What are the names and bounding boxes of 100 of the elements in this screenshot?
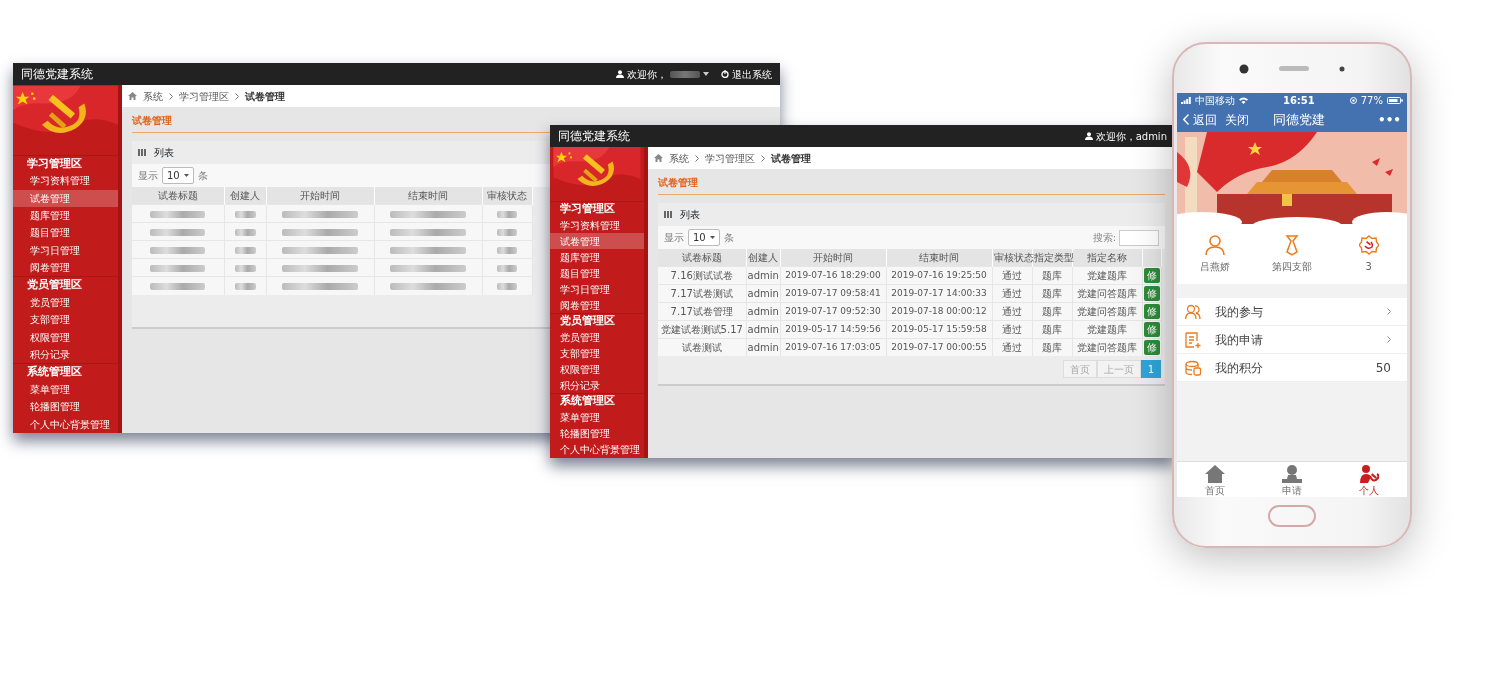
sidebar-item[interactable]: 题目管理 (550, 265, 644, 281)
person-icon (1205, 234, 1226, 256)
blurred-text (497, 210, 517, 218)
column-header[interactable]: 开始时间 (780, 249, 886, 267)
search-label: 搜索: (1092, 231, 1116, 245)
table-cell: 7.17试卷测试 (658, 284, 746, 303)
table-cell: 题库 (1032, 302, 1072, 321)
sidebar-heading: 系统管理区 (550, 393, 644, 409)
column-header[interactable]: 试卷标题 (132, 187, 224, 205)
sidebar-item[interactable]: 试卷管理 (550, 233, 644, 249)
user-icon (616, 70, 624, 78)
column-header[interactable]: 结束时间 (886, 249, 992, 267)
sidebar-item[interactable]: 学习资料管理 (550, 217, 644, 233)
sidebar-item[interactable]: 学习资料管理 (13, 172, 118, 190)
sidebar-item[interactable]: 阅卷管理 (550, 297, 644, 313)
sidebar-item[interactable]: 学习日管理 (13, 241, 118, 260)
status-time: 16:51 (1282, 93, 1315, 108)
app-title: 同德党建系统 (21, 66, 93, 83)
page-size-select[interactable]: 10 (162, 167, 194, 184)
edit-button[interactable]: 修 (1143, 322, 1160, 337)
column-header[interactable]: 试卷标题 (658, 249, 746, 267)
user-menu[interactable]: 欢迎你，admin (1084, 128, 1167, 144)
more-button[interactable]: ••• (1378, 110, 1401, 129)
battery-level: 77% (1360, 93, 1383, 108)
table-cell: 7.17试卷管理 (658, 302, 746, 321)
logout-link[interactable]: 退出系统 (732, 66, 772, 82)
page-size-select[interactable]: 10 (688, 229, 720, 246)
coins-icon (1185, 359, 1201, 376)
edit-button[interactable]: 修 (1143, 268, 1160, 283)
home-icon[interactable] (1205, 464, 1226, 483)
column-header[interactable]: 开始时间 (266, 187, 374, 205)
sidebar-heading: 党员管理区 (13, 276, 118, 294)
column-header[interactable]: 审核状态 (992, 249, 1032, 267)
table-cell: 党建问答题库 (1072, 302, 1142, 321)
tab-button[interactable]: 首页 (1185, 462, 1246, 497)
speaker-icon (1279, 66, 1309, 71)
back-button[interactable]: 返回 (1183, 110, 1217, 129)
sidebar-item[interactable]: 题库管理 (550, 249, 644, 265)
chevron-icon (169, 92, 173, 100)
table-cell: 2019-07-17 14:00:33 (886, 284, 992, 303)
menu-item[interactable]: 我的申请 (1177, 326, 1407, 354)
menu-item[interactable]: 我的参与 (1177, 298, 1407, 326)
sidebar-item[interactable]: 积分记录 (550, 377, 644, 393)
breadcrumb-item[interactable]: 系统 (143, 88, 163, 104)
profile-text: 3 (1365, 259, 1372, 274)
sidebar-item[interactable]: 阅卷管理 (13, 259, 118, 277)
blurred-text (234, 264, 256, 272)
breadcrumb-item[interactable]: 系统 (669, 150, 689, 166)
search-field[interactable] (1119, 229, 1159, 246)
column-header[interactable]: 创建人 (746, 249, 780, 267)
column-header[interactable]: 审核状态 (482, 187, 532, 205)
sidebar-item[interactable]: 党员管理 (13, 293, 118, 312)
sidebar-item[interactable]: 支部管理 (550, 345, 644, 361)
table-cell: 党建题库 (1072, 320, 1142, 339)
chevron-icon (761, 154, 765, 162)
column-header[interactable]: 指定名称 (1072, 249, 1142, 267)
table-cell: admin (746, 320, 780, 339)
sidebar-item[interactable]: 学习日管理 (550, 281, 644, 297)
table-cell: admin (746, 338, 780, 356)
column-header[interactable]: 指定类型 (1032, 249, 1072, 267)
sidebar-item[interactable]: 题库管理 (13, 206, 118, 225)
sidebar-item[interactable]: 积分记录 (13, 346, 118, 364)
emblem-badge-icon (1358, 234, 1379, 256)
breadcrumb-item[interactable]: 学习管理区 (179, 88, 229, 104)
length-label: 显示 (138, 169, 158, 183)
edit-button[interactable]: 修 (1143, 286, 1160, 301)
tab-button[interactable]: 申请 (1262, 462, 1322, 497)
table-cell: 题库 (1032, 284, 1072, 303)
table-cell: 2019-07-16 18:29:00 (780, 266, 886, 285)
sidebar-item[interactable]: 轮播图管理 (550, 425, 644, 441)
close-button[interactable]: 关闭 (1225, 110, 1249, 129)
sensor-icon (1339, 65, 1345, 72)
edit-button[interactable]: 修 (1143, 340, 1160, 355)
sidebar-item[interactable]: 菜单管理 (13, 380, 118, 399)
sidebar-item[interactable]: 菜单管理 (550, 409, 644, 425)
breadcrumb-item: 试卷管理 (245, 89, 285, 104)
sidebar-item[interactable]: 权限管理 (13, 328, 118, 347)
breadcrumb-item[interactable]: 学习管理区 (705, 150, 755, 166)
edit-button[interactable]: 修 (1143, 304, 1160, 319)
table-cell: 党建问答题库 (1072, 284, 1142, 303)
tab-button[interactable]: 个人 (1338, 462, 1399, 497)
person-icon[interactable] (1282, 464, 1302, 483)
sidebar-item[interactable]: 试卷管理 (13, 189, 118, 207)
menu-item[interactable]: 我的积分 50 (1177, 354, 1407, 382)
column-header[interactable]: 结束时间 (374, 187, 482, 205)
caret-icon[interactable] (703, 72, 709, 76)
sidebar-item[interactable]: 权限管理 (550, 361, 644, 377)
emblem-icon[interactable] (1358, 464, 1379, 483)
sidebar-item[interactable]: 支部管理 (13, 311, 118, 329)
blurred-text (150, 264, 206, 272)
sidebar-item[interactable]: 题目管理 (13, 224, 118, 242)
sidebar-item[interactable]: 个人中心背景管理 (550, 441, 644, 457)
column-header[interactable]: 创建人 (224, 187, 266, 205)
table-cell: 2019-07-17 09:52:30 (780, 302, 886, 321)
signal-icon (1181, 96, 1191, 104)
sidebar-item[interactable]: 轮播图管理 (13, 398, 118, 416)
sidebar-item[interactable]: 党员管理 (550, 329, 644, 345)
sidebar-item[interactable]: 个人中心背景管理 (13, 415, 118, 433)
blurred-text (234, 246, 256, 254)
camera-icon (1239, 63, 1249, 74)
